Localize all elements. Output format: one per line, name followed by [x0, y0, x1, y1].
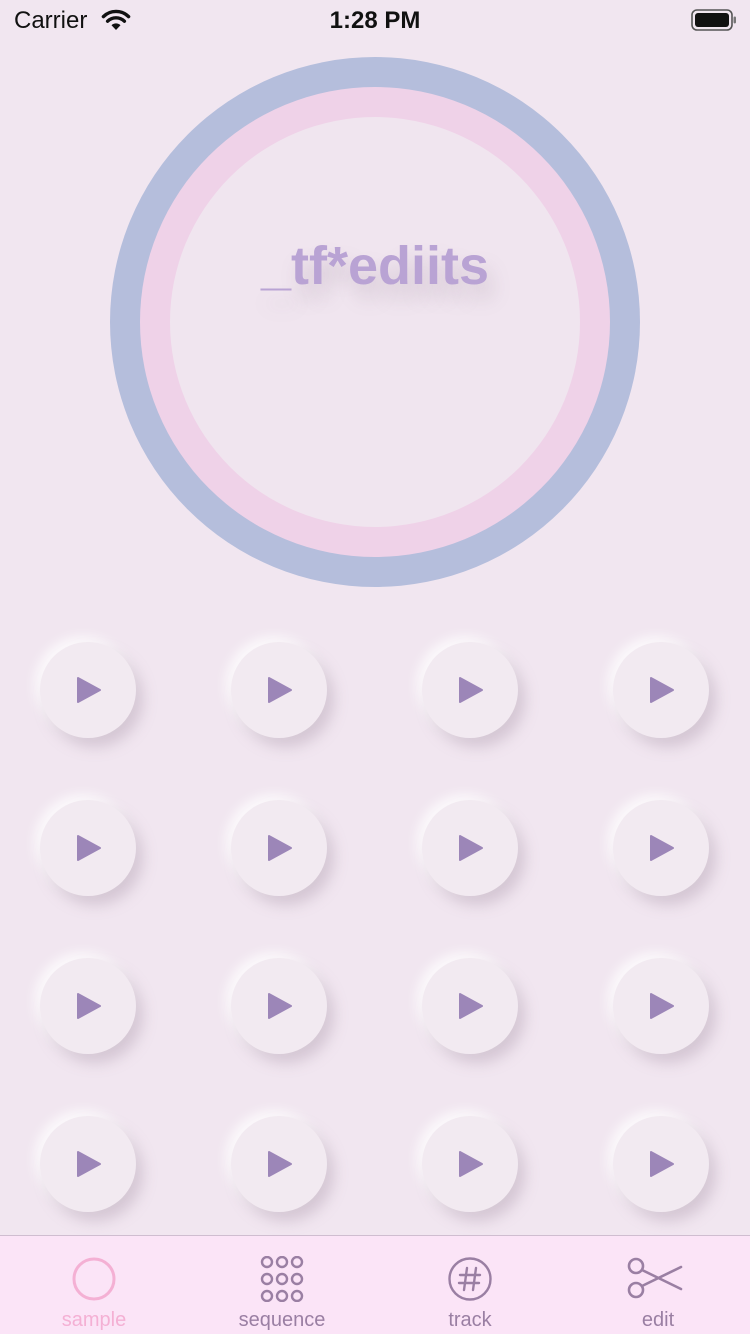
play-icon	[459, 993, 483, 1019]
pad-play-button[interactable]	[40, 800, 136, 896]
tab-label-edit: edit	[641, 1309, 675, 1331]
tab-sample[interactable]: sample	[0, 1236, 188, 1334]
pad-play-button[interactable]	[613, 800, 709, 896]
battery-icon	[691, 9, 736, 31]
play-icon	[650, 677, 674, 703]
pad-play-button[interactable]	[613, 1116, 709, 1212]
status-bar: Carrier 1:28 PM	[0, 0, 750, 40]
tab-bar: sample sequence track edit	[0, 1235, 750, 1334]
tab-edit[interactable]: edit	[564, 1236, 750, 1334]
pad-play-button[interactable]	[231, 1116, 327, 1212]
pad-play-button[interactable]	[422, 1116, 518, 1212]
pad-play-button[interactable]	[231, 958, 327, 1054]
pad-play-button[interactable]	[422, 642, 518, 738]
logo-ring-outer	[110, 57, 640, 587]
play-icon	[268, 993, 292, 1019]
pad-play-button[interactable]	[231, 642, 327, 738]
pad-play-button[interactable]	[40, 958, 136, 1054]
pad-play-button[interactable]	[40, 642, 136, 738]
play-icon	[77, 835, 101, 861]
play-icon	[268, 1151, 292, 1177]
app-logo-text: _tf*ediits	[260, 236, 490, 296]
scissors-icon	[627, 1257, 683, 1299]
play-icon	[77, 1151, 101, 1177]
tab-label-sequence: sequence	[238, 1309, 326, 1331]
play-icon	[650, 993, 674, 1019]
clock-time: 1:28 PM	[329, 7, 421, 34]
play-icon	[268, 835, 292, 861]
tab-label-sample: sample	[61, 1309, 127, 1331]
logo-ring-middle	[140, 87, 610, 557]
play-icon	[268, 677, 292, 703]
pad-play-button[interactable]	[613, 642, 709, 738]
logo-ring-inner	[170, 117, 580, 527]
play-icon	[77, 993, 101, 1019]
pad-play-button[interactable]	[613, 958, 709, 1054]
pad-play-button[interactable]	[40, 1116, 136, 1212]
hash-circle-icon	[448, 1257, 492, 1301]
play-icon	[459, 835, 483, 861]
pad-play-button[interactable]	[422, 958, 518, 1054]
circle-icon	[72, 1257, 116, 1301]
play-icon	[77, 677, 101, 703]
pad-play-button[interactable]	[422, 800, 518, 896]
tab-sequence[interactable]: sequence	[188, 1236, 376, 1334]
play-icon	[650, 1151, 674, 1177]
tab-track[interactable]: track	[376, 1236, 564, 1334]
play-icon	[459, 677, 483, 703]
play-icon	[459, 1151, 483, 1177]
grid-dots-icon	[260, 1256, 304, 1302]
pad-play-button[interactable]	[231, 800, 327, 896]
play-icon	[650, 835, 674, 861]
tab-label-track: track	[448, 1309, 492, 1331]
